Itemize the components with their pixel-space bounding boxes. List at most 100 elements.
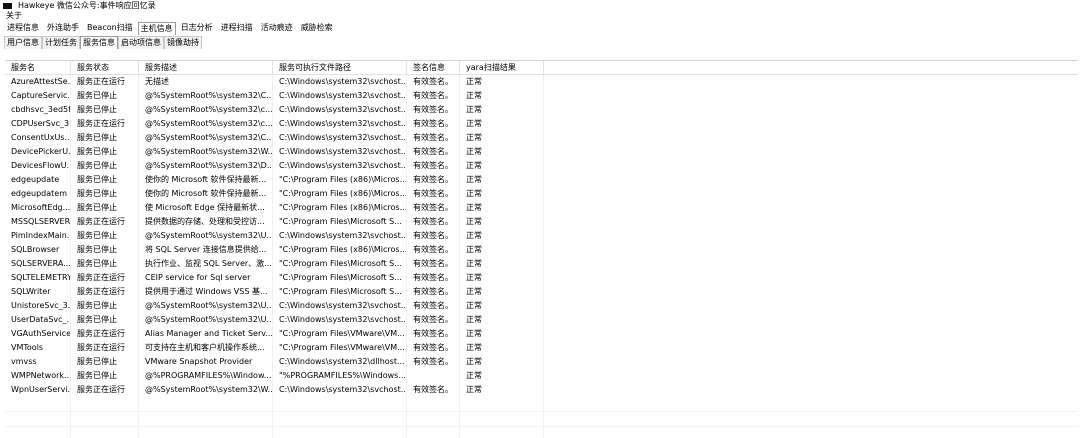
table-cell: 有效签名。 [407, 117, 460, 131]
table-cell [5, 397, 71, 411]
sub-tab-3[interactable]: 启动项信息 [118, 36, 164, 49]
table-cell: 正常 [460, 355, 544, 369]
table-cell: AzureAttestSe... [5, 75, 71, 89]
column-header[interactable]: 服务描述 [139, 61, 273, 74]
table-cell: UserDataSvc_... [5, 313, 71, 327]
table-row[interactable]: SQLSERVERA... 服务已停止 执行作业、监视 SQL Server、激..… [5, 257, 1078, 271]
table-row[interactable]: AzureAttestSe... 服务正在运行 无描述 C:\Windows\syst… [5, 75, 1078, 89]
sub-tab-4[interactable]: 镜像劫持 [164, 36, 202, 49]
table-cell: 使 Microsoft Edge 保持最新状... [139, 201, 273, 215]
main-tab-1[interactable]: 外连助手 [44, 21, 82, 35]
table-cell [544, 412, 1078, 426]
table-cell: C:\Windows\system32\svchost... [273, 229, 407, 243]
table-row[interactable]: ConsentUxUs... 服务已停止 @%SystemRoot%\system3… [5, 131, 1078, 145]
main-tab-strip: 进程信息 外连助手 Beacon扫描 主机信息 日志分析 进程扫描 活动痕迹 威胁检索 [0, 21, 1080, 35]
table-cell: 正常 [460, 117, 544, 131]
table-cell: CaptureServic... [5, 89, 71, 103]
table-row[interactable]: MicrosoftEdg... 服务已停止使 Microsoft Edge 保持最… [5, 201, 1078, 215]
table-row[interactable]: DevicePickerU... 服务已停止 @%SystemRoot%\syste… [5, 145, 1078, 159]
sub-tab-2[interactable]: 服务信息 [80, 36, 118, 49]
table-cell [544, 243, 1078, 257]
table-cell: 正常 [460, 201, 544, 215]
table-cell: C:\Windows\system32\svchost... [273, 89, 407, 103]
main-tab-4[interactable]: 日志分析 [178, 21, 216, 35]
table-row[interactable]: vmvss 服务已停止 VMware Snapshot Provider C:\Win… [5, 355, 1078, 369]
table-row[interactable]: edgeupdate 服务已停止 使你的 Microsoft 软件保持最新... "C… [5, 173, 1078, 187]
table-cell: 服务已停止 [71, 89, 139, 103]
table-cell [544, 131, 1078, 145]
table-cell [407, 397, 460, 411]
column-header[interactable]: yara扫描结果 [460, 61, 544, 74]
main-tab-6[interactable]: 活动痕迹 [258, 21, 296, 35]
table-cell [407, 412, 460, 426]
table-row[interactable]: SQLTELEMETRY 服务正在运行 CEIP service for Sql s… [5, 271, 1078, 285]
sub-tab-0[interactable]: 用户信息 [4, 36, 42, 49]
table-cell: @%PROGRAMFILES%\Window... [139, 369, 273, 383]
table-cell: ConsentUxUs... [5, 131, 71, 145]
sub-tab-strip: 用户信息 计划任务 服务信息 启动项信息 镜像劫持 [0, 35, 1080, 49]
table-cell: 服务已停止 [71, 103, 139, 117]
table-cell: 正常 [460, 187, 544, 201]
table-cell: 服务已停止 [71, 299, 139, 313]
table-cell [71, 397, 139, 411]
main-tab-3[interactable]: 主机信息 [137, 22, 176, 35]
table-cell: 服务正在运行 [71, 117, 139, 131]
table-cell [544, 187, 1078, 201]
table-cell: 服务正在运行 [71, 383, 139, 397]
table-row[interactable]: cbdhsvc_3ed5f 服务已停止 @%SystemRoot%\system32… [5, 103, 1078, 117]
table-cell: "C:\Program Files\VMware\VM... [273, 341, 407, 355]
table-cell: 服务已停止 [71, 229, 139, 243]
main-tab-5[interactable]: 进程扫描 [218, 21, 256, 35]
table-cell: 服务已停止 [71, 159, 139, 173]
table-cell: C:\Windows\system32\svchost... [273, 313, 407, 327]
main-tab-7[interactable]: 威胁检索 [298, 21, 336, 35]
table-cell: 有效签名。 [407, 257, 460, 271]
column-header[interactable]: 服务可执行文件路径 [273, 61, 407, 74]
table-cell: CEIP service for Sql server [139, 271, 273, 285]
table-cell: VGAuthService [5, 327, 71, 341]
table-row[interactable]: VGAuthService 服务正在运行 Alias Manager and Tic… [5, 327, 1078, 341]
table-cell [407, 427, 460, 438]
table-cell: WpnUserServi... [5, 383, 71, 397]
table-cell: 有效签名。 [407, 327, 460, 341]
table-cell [544, 257, 1078, 271]
table-row[interactable]: PimIndexMain... 服务已停止 @%SystemRoot%\system… [5, 229, 1078, 243]
table-row[interactable]: UserDataSvc_... 服务已停止 @%SystemRoot%\system… [5, 313, 1078, 327]
table-cell: @%SystemRoot%\system32\W... [139, 145, 273, 159]
table-cell: 正常 [460, 131, 544, 145]
table-row[interactable]: WpnUserServi... 服务正在运行 @%SystemRoot%\syste… [5, 383, 1078, 397]
table-cell: @%SystemRoot%\system32\C... [139, 131, 273, 145]
table-row[interactable]: DevicesFlowU... 服务已停止 @%SystemRoot%\system… [5, 159, 1078, 173]
table-cell: 有效签名。 [407, 131, 460, 145]
table-cell: CDPUserSvc_3... [5, 117, 71, 131]
sub-tab-1[interactable]: 计划任务 [42, 36, 80, 49]
column-header[interactable]: 签名信息 [407, 61, 460, 74]
table-cell: 服务已停止 [71, 369, 139, 383]
column-header[interactable]: 服务名 [5, 61, 71, 74]
table-cell: edgeupdate [5, 173, 71, 187]
column-header[interactable] [544, 61, 1078, 74]
table-row[interactable]: CaptureServic... 服务已停止 @%SystemRoot%\syste… [5, 89, 1078, 103]
column-header[interactable]: 服务状态 [71, 61, 139, 74]
table-cell [273, 412, 407, 426]
table-cell: 服务正在运行 [71, 327, 139, 341]
table-row[interactable]: edgeupdatem 服务已停止 使你的 Microsoft 软件保持最新... "… [5, 187, 1078, 201]
table-cell: @%SystemRoot%\system32\c... [139, 103, 273, 117]
table-row[interactable]: WMPNetwork... 服务已停止 @%PROGRAMFILES%\Window… [5, 369, 1078, 383]
table-row[interactable]: VMTools 服务正在运行 可支持在主机和客户机操作系统... "C:\Progra… [5, 341, 1078, 355]
table-cell: 有效签名。 [407, 355, 460, 369]
table-cell: 正常 [460, 173, 544, 187]
table-cell: @%SystemRoot%\system32\W... [139, 383, 273, 397]
table-row[interactable]: SQLBrowser 服务已停止将 SQL Server 连接信息提供给... "C… [5, 243, 1078, 257]
table-row[interactable]: SQLWriter 服务正在运行 提供用于通过 Windows VSS 基... "C… [5, 285, 1078, 299]
table-row[interactable]: UnistoreSvc_3... 服务已停止 @%SystemRoot%\syste… [5, 299, 1078, 313]
menu-about[interactable]: 关于 [6, 11, 22, 20]
main-tab-2[interactable]: Beacon扫描 [84, 21, 136, 35]
main-tab-0[interactable]: 进程信息 [4, 21, 42, 35]
table-row[interactable]: MSSQLSERVER 服务正在运行 提供数据的存储、处理和受控访... "C:\Pr… [5, 215, 1078, 229]
table-cell [71, 427, 139, 438]
table-cell [544, 299, 1078, 313]
table-cell: 有效签名。 [407, 159, 460, 173]
table-cell: C:\Windows\system32\dllhost... [273, 355, 407, 369]
table-row[interactable]: CDPUserSvc_3... 服务正在运行 @%SystemRoot%\syste… [5, 117, 1078, 131]
